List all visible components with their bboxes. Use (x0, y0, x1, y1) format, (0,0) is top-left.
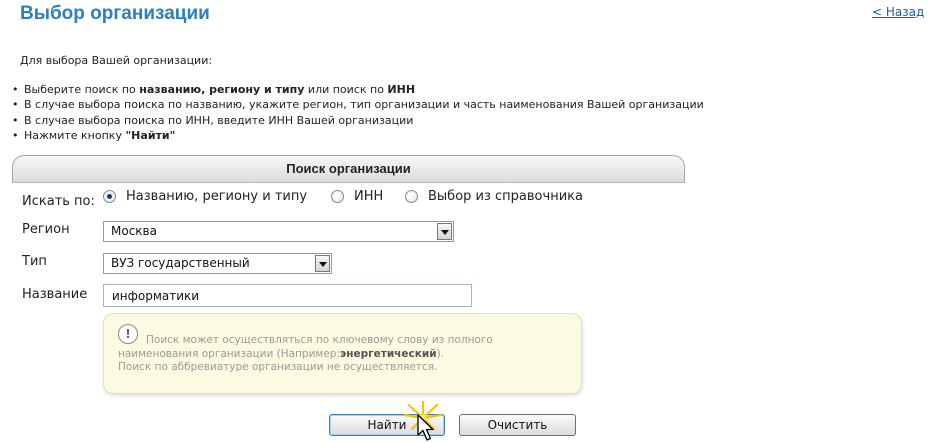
hint-line-2: наименования организации (Например: (118, 347, 341, 360)
region-select-value: Москва (111, 224, 157, 238)
hint-line-3: Поиск по аббревиатуре организации не осу… (118, 361, 438, 373)
dropdown-arrow-icon[interactable] (437, 223, 452, 240)
name-label: Название (22, 287, 88, 302)
bullet-icon: • (12, 128, 19, 142)
bullet-icon: • (12, 98, 19, 112)
instruction-item: • Выберите поиск по названию, региону и … (12, 82, 704, 97)
search-by-label: Искать по: (22, 194, 95, 209)
radio-label: Выбор из справочника (428, 189, 583, 204)
dropdown-arrow-icon[interactable] (315, 255, 330, 272)
type-select-value: ВУЗ государственный (111, 256, 250, 270)
back-link[interactable]: < Назад (872, 5, 924, 19)
radio-from-directory[interactable]: Выбор из справочника (405, 189, 583, 204)
instruction-text: Нажмите кнопку (24, 128, 126, 142)
instructions-list: • Выберите поиск по названию, региону и … (12, 82, 704, 143)
radio-unchecked-icon[interactable] (405, 190, 418, 203)
region-select[interactable]: Москва (103, 221, 454, 242)
bullet-icon: • (12, 113, 19, 127)
search-panel-header: Поиск организации (12, 155, 685, 182)
clear-button[interactable]: Очистить (459, 414, 576, 436)
instruction-item: • Нажмите кнопку "Найти" (12, 128, 704, 143)
radio-by-name-region-type[interactable]: Названию, региону и типу (103, 189, 307, 204)
bullet-icon: • (12, 83, 19, 96)
radio-unchecked-icon[interactable] (331, 190, 344, 203)
radio-label: ИНН (354, 189, 384, 204)
panel-divider (12, 182, 685, 183)
page-title: Выбор организации (20, 3, 210, 24)
hint-text: Поиск может осуществляться по ключевому … (118, 334, 573, 375)
instruction-text: В случае выбора поиска по ИНН, введите И… (24, 113, 414, 127)
search-hint-box: ! Поиск может осуществляться по ключевом… (103, 313, 582, 394)
instruction-text: В случае выбора поиска по названию, укаж… (24, 98, 704, 112)
organization-name-input[interactable] (103, 284, 472, 307)
hint-example-keyword: энергетический (340, 347, 437, 360)
instruction-bold: ИНН (387, 83, 416, 96)
instruction-bold: названию, региону и типу (139, 83, 305, 96)
hint-line-1: Поиск может осуществляться по ключевому … (146, 334, 493, 346)
type-label: Тип (22, 254, 47, 269)
region-label: Регион (22, 222, 70, 237)
intro-text: Для выбора Вашей организации: (20, 54, 213, 67)
instruction-item: • В случае выбора поиска по ИНН, введите… (12, 113, 704, 128)
radio-by-inn[interactable]: ИНН (331, 189, 383, 204)
instruction-text: или поиск по (304, 83, 388, 96)
instruction-bold: "Найти" (125, 128, 176, 142)
type-select[interactable]: ВУЗ государственный (103, 253, 332, 274)
mouse-cursor-icon (417, 414, 434, 441)
instruction-text: Выберите поиск по (24, 83, 140, 96)
instruction-item: • В случае выбора поиска по названию, ук… (12, 97, 704, 112)
radio-checked-icon[interactable] (103, 190, 116, 203)
radio-label: Названию, региону и типу (126, 189, 308, 204)
hint-line-2-end: ). (436, 347, 445, 360)
